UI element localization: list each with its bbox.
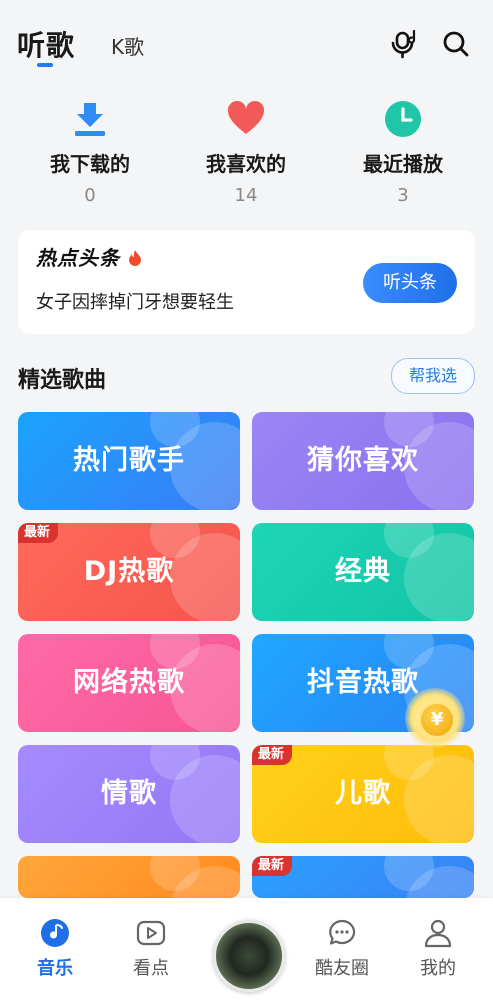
section-title: 精选歌曲 xyxy=(18,368,107,393)
category-tile-label: 抖音热歌 xyxy=(307,667,419,698)
category-tile[interactable]: 儿歌 最新 xyxy=(252,745,474,843)
category-tile[interactable]: 猜你喜欢 xyxy=(252,412,474,510)
nav-label: 音乐 xyxy=(37,958,73,979)
category-tile-label: 儿歌 xyxy=(335,778,391,809)
library-stats: 我下载的 0 我喜欢的 14 最近播放 3 xyxy=(0,100,493,215)
flame-icon xyxy=(128,250,141,266)
stat-label: 最近播放 xyxy=(363,152,443,176)
category-tile-label: DJ热歌 xyxy=(83,556,175,587)
category-tile-label: 情歌 xyxy=(101,778,157,809)
clock-icon xyxy=(384,100,422,138)
nav-friends-circle[interactable]: 酷友圈 xyxy=(307,918,377,980)
nav-music[interactable]: 音乐 xyxy=(20,918,90,980)
hot-news-title: 热点头条 xyxy=(36,242,142,271)
tab-listen[interactable]: 听歌 xyxy=(17,24,75,64)
download-icon xyxy=(71,100,109,138)
active-tab-indicator xyxy=(37,63,53,67)
listen-headlines-button[interactable]: 听头条 xyxy=(363,263,457,303)
stat-count: 14 xyxy=(234,185,258,206)
category-tile[interactable]: 网络热歌 xyxy=(18,634,240,732)
stat-label: 我下载的 xyxy=(50,152,130,176)
category-tile[interactable]: 热门歌手 xyxy=(18,412,240,510)
category-tile[interactable]: 最新 xyxy=(252,856,474,898)
hot-news-headline[interactable]: 女子因摔掉门牙想要轻生 xyxy=(36,288,234,314)
nav-label: 我的 xyxy=(420,958,456,979)
yuan-coin-icon: ¥ xyxy=(419,702,455,738)
stat-recent[interactable]: 最近播放 3 xyxy=(333,100,473,206)
new-badge: 最新 xyxy=(18,523,59,543)
stat-count: 0 xyxy=(84,185,96,206)
new-badge: 最新 xyxy=(252,856,293,876)
tab-karaoke[interactable]: K歌 xyxy=(111,31,144,60)
category-tile-label: 经典 xyxy=(335,556,391,587)
stat-label: 我喜欢的 xyxy=(206,152,286,176)
nav-label: 看点 xyxy=(133,958,169,979)
nav-mine[interactable]: 我的 xyxy=(403,918,473,980)
new-badge: 最新 xyxy=(252,745,293,765)
nav-watch[interactable]: 看点 xyxy=(116,918,186,980)
top-bar: 听歌 K歌 xyxy=(0,0,493,80)
category-tile[interactable] xyxy=(18,856,240,898)
search-icon[interactable] xyxy=(440,28,472,60)
category-tile-label: 热门歌手 xyxy=(73,445,185,476)
user-icon xyxy=(423,918,453,948)
category-tile[interactable]: DJ热歌 最新 xyxy=(18,523,240,621)
stat-favorites[interactable]: 我喜欢的 14 xyxy=(176,100,316,206)
stat-downloads[interactable]: 我下载的 0 xyxy=(20,100,160,206)
stat-count: 3 xyxy=(397,185,409,206)
category-tile[interactable]: 情歌 xyxy=(18,745,240,843)
voice-search-icon[interactable] xyxy=(388,28,420,60)
hot-news-title-text: 热点头条 xyxy=(36,246,120,270)
category-tile-label: 网络热歌 xyxy=(73,667,185,698)
chat-bubble-icon xyxy=(327,918,357,948)
category-tile-label: 猜你喜欢 xyxy=(307,445,419,476)
now-playing-disc[interactable] xyxy=(213,920,285,992)
category-tile[interactable]: 经典 xyxy=(252,523,474,621)
music-note-icon xyxy=(40,918,70,948)
help-me-choose-button[interactable]: 帮我选 xyxy=(391,358,475,394)
hot-news-card[interactable]: 热点头条 女子因摔掉门牙想要轻生 听头条 xyxy=(18,230,475,334)
play-video-icon xyxy=(136,918,166,948)
nav-label: 酷友圈 xyxy=(315,958,369,979)
heart-icon xyxy=(227,100,265,138)
